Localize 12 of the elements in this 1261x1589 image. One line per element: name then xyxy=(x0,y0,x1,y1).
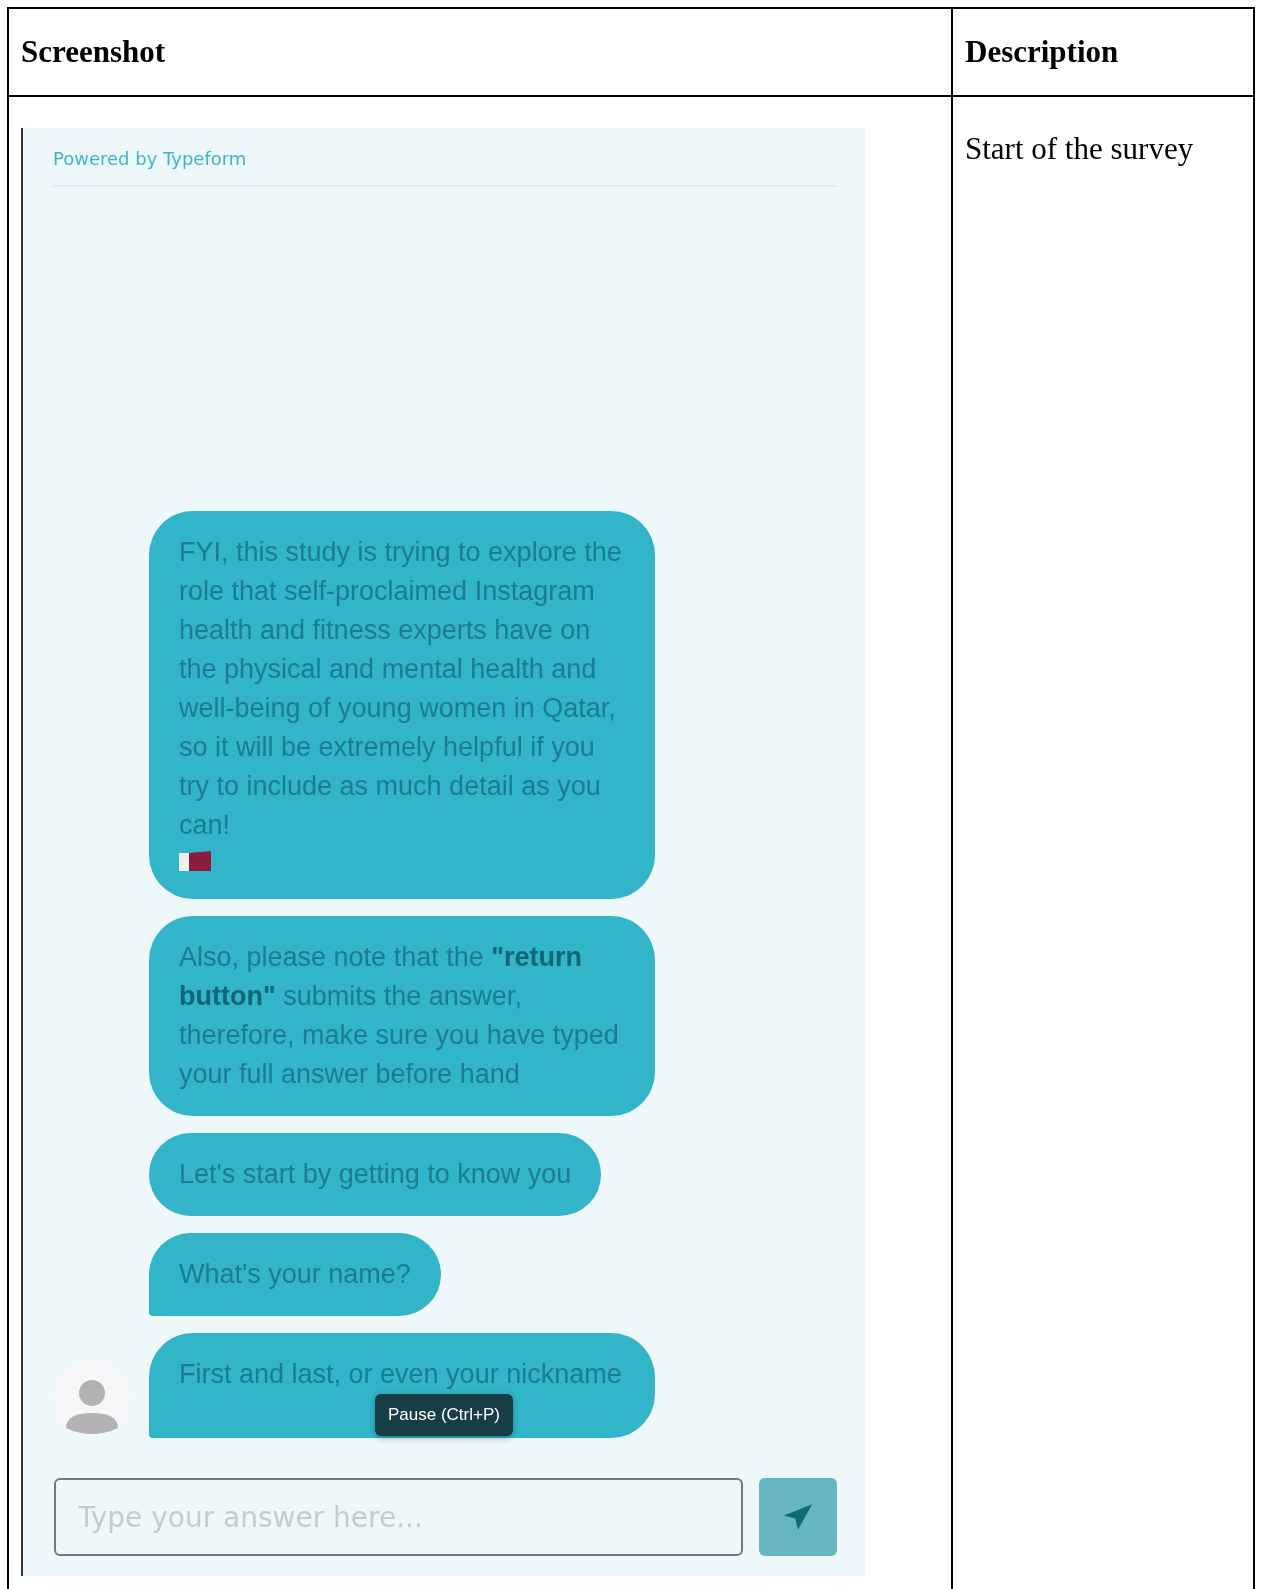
powered-by-link[interactable]: Powered by Typeform xyxy=(53,148,247,169)
message-text: Also, please note that the "return button" submits the answer, therefore, make sure you have typed your full answer before hand xyxy=(179,942,619,1089)
message-text: What's your name? xyxy=(179,1259,411,1289)
flag-icon xyxy=(179,851,211,873)
message-text: First and last, or even your nickname xyxy=(179,1359,622,1389)
tooltip: Pause (Ctrl+P) xyxy=(375,1394,513,1436)
column-header: Description xyxy=(952,8,1254,96)
message-text: Let's start by getting to know you xyxy=(179,1159,572,1189)
message-text: FYI, this study is trying to explore the role that self-proclaimed Instagram health and fitness experts have on the physical and mental health and well-being of young women in Qatar, so it will be extremely helpful if you try to include as much detail as you can! xyxy=(179,537,622,840)
column-header: Screenshot xyxy=(8,8,952,96)
send-button[interactable] xyxy=(759,1478,837,1556)
avatar-icon xyxy=(54,1360,130,1436)
